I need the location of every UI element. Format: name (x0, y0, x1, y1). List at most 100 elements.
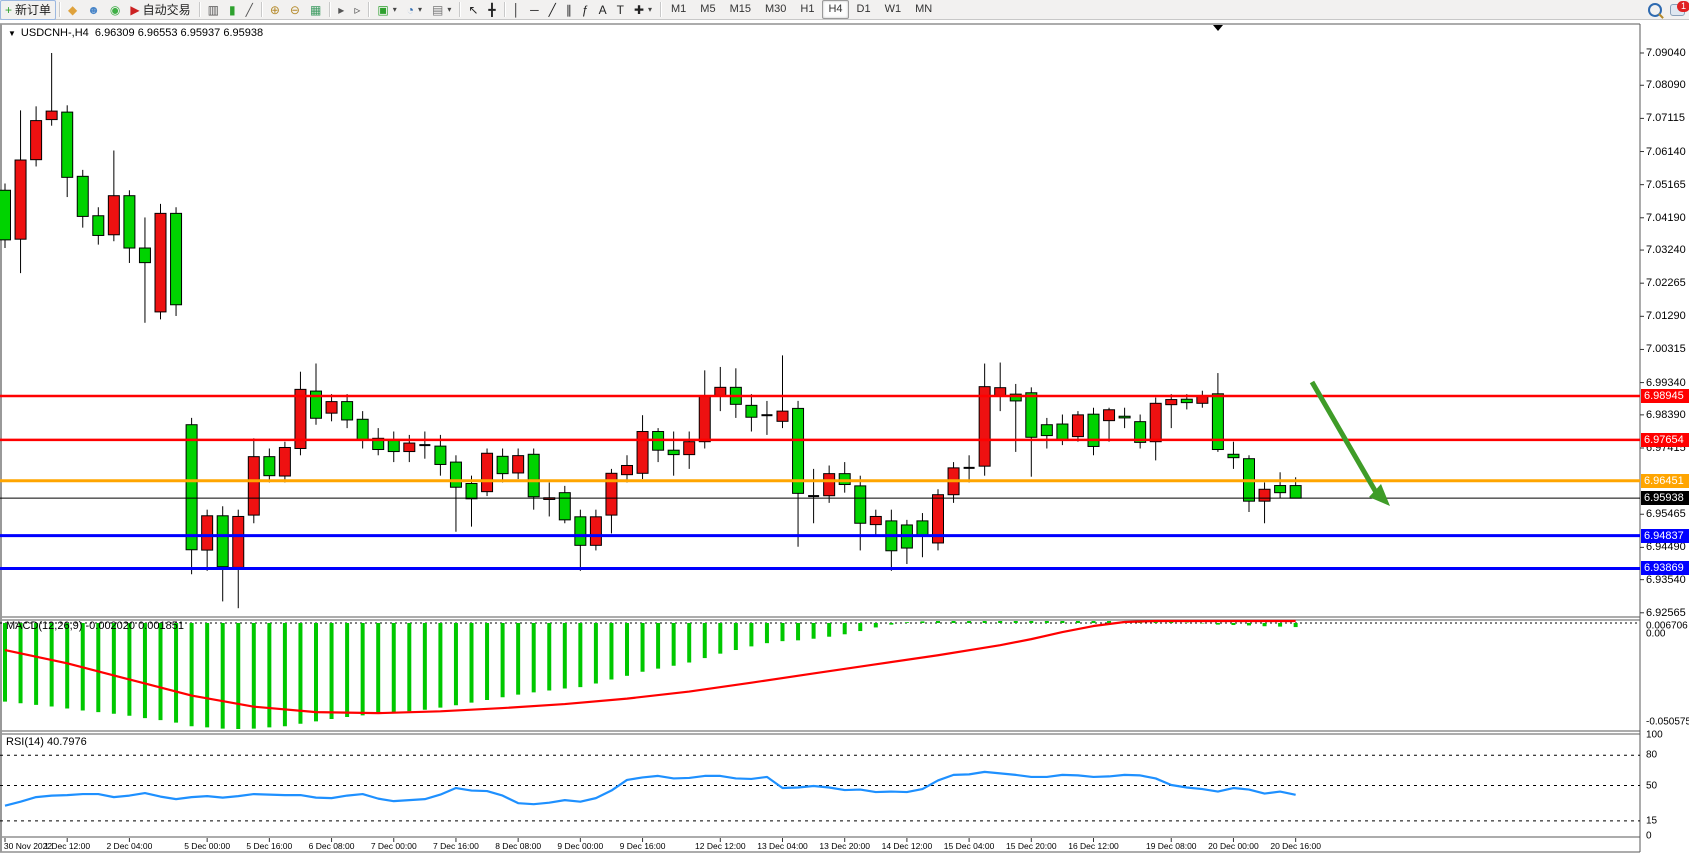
tile-windows-button[interactable]: ▦ (305, 0, 326, 20)
label-button[interactable]: T (612, 0, 629, 20)
community-button[interactable]: ☻ (82, 0, 105, 20)
bull-candle (622, 465, 633, 474)
autotrade-button[interactable]: ▶自动交易 (125, 0, 195, 20)
search-icon[interactable] (1648, 3, 1662, 17)
chart-canvas[interactable] (0, 0, 1689, 859)
rsi-name: RSI(14) (6, 736, 44, 748)
arrows-button[interactable]: ✚▾ (629, 0, 657, 20)
bull-candle (1150, 403, 1161, 441)
timeframe-w1-button[interactable]: W1 (879, 0, 908, 19)
signals-button[interactable]: ◉ (105, 0, 125, 20)
timeframe-m5-button[interactable]: M5 (694, 0, 721, 19)
templates-button[interactable]: ▤▾ (427, 0, 456, 20)
time-axis-label: 2 Dec 04:00 (106, 841, 152, 851)
periods-button[interactable]: ◔▾ (402, 0, 427, 20)
bear-candle (917, 521, 928, 536)
bull-candle (108, 196, 119, 235)
line-chart-button[interactable]: ╱ (241, 0, 258, 20)
bear-candle (1181, 399, 1192, 402)
autotrade-button-label: 自动交易 (143, 1, 191, 18)
time-axis-label: 5 Dec 16:00 (246, 841, 292, 851)
price-axis-label: 6.98390 (1646, 409, 1686, 421)
timeframe-d1-button[interactable]: D1 (851, 0, 877, 19)
new-order-icon: + (5, 4, 12, 16)
rsi-value: 40.7976 (47, 736, 87, 748)
chevron-down-icon[interactable]: ▾ (393, 5, 397, 14)
time-axis-label: 15 Dec 20:00 (1006, 841, 1057, 851)
bear-candle (1275, 486, 1286, 493)
crosshair-button[interactable]: ╋ (483, 0, 500, 20)
hline-icon: ─ (530, 4, 539, 16)
timeframe-m30-button[interactable]: M30 (759, 0, 792, 19)
mql5-button[interactable]: ◆ (63, 0, 82, 20)
toolbar-separator (459, 2, 460, 17)
chevron-down-icon[interactable]: ▾ (418, 5, 422, 14)
rsi-axis-label: 0 (1646, 831, 1652, 842)
bull-candle (684, 442, 695, 455)
price-badge: 6.98945 (1641, 389, 1689, 403)
zoom-in-icon: ⊕ (270, 4, 280, 16)
bar-chart-button[interactable]: ▥ (203, 0, 224, 20)
mql5-icon: ◆ (68, 4, 77, 16)
new-order-button[interactable]: +新订单 (0, 0, 56, 20)
rsi-axis-label: 100 (1646, 730, 1663, 741)
time-axis-label: 7 Dec 16:00 (433, 841, 479, 851)
toolbar-separator (199, 2, 200, 17)
hline-button[interactable]: ─ (525, 0, 544, 20)
bear-candle (497, 456, 508, 473)
trendline-button[interactable]: ╱ (544, 0, 561, 20)
timeframe-m1-button[interactable]: M1 (665, 0, 692, 19)
bear-candle (357, 419, 368, 439)
vline-button[interactable]: │ (508, 0, 526, 20)
timeframe-m15-button[interactable]: M15 (724, 0, 757, 19)
signals-icon: ◉ (110, 4, 120, 16)
bear-candle (528, 454, 539, 496)
chevron-down-icon[interactable]: ▾ (648, 5, 652, 14)
chart-dropdown-icon[interactable]: ▼ (8, 29, 16, 38)
time-axis-label: 13 Dec 20:00 (819, 841, 870, 851)
bear-candle (855, 486, 866, 523)
price-axis-label: 7.02265 (1646, 277, 1686, 289)
bear-candle (1088, 414, 1099, 446)
zoom-in-button[interactable]: ⊕ (265, 0, 285, 20)
channel-icon: ∥ (566, 4, 572, 16)
line-chart-icon: ╱ (246, 4, 253, 16)
bear-candle (839, 474, 850, 485)
bear-candle (1119, 416, 1130, 418)
rsi-axis-label: 15 (1646, 815, 1657, 826)
indicators-button[interactable]: ▣▾ (372, 0, 401, 20)
price-axis-label: 6.95465 (1646, 508, 1686, 520)
price-axis-label: 7.08090 (1646, 79, 1686, 91)
bull-candle (870, 516, 881, 524)
time-axis-label: 5 Dec 00:00 (184, 841, 230, 851)
chevron-down-icon[interactable]: ▾ (447, 5, 451, 14)
cursor-icon: ↖ (468, 4, 478, 16)
zoom-out-button[interactable]: ⊖ (285, 0, 305, 20)
fibonacci-button[interactable]: ƒ (577, 0, 594, 20)
bear-candle (62, 112, 73, 177)
bear-candle (1057, 424, 1068, 440)
time-axis-label: 13 Dec 04:00 (757, 841, 808, 851)
time-axis-label: 19 Dec 08:00 (1146, 841, 1197, 851)
cursor-button[interactable]: ↖ (463, 0, 483, 20)
timeframe-mn-button[interactable]: MN (909, 0, 938, 19)
chart-shift-button[interactable]: ▹ (349, 0, 365, 20)
bear-candle (77, 176, 88, 216)
channel-button[interactable]: ∥ (561, 0, 577, 20)
periods-icon: ◔ (407, 4, 414, 16)
price-badge: 6.94837 (1641, 529, 1689, 543)
auto-scroll-button[interactable]: ▸ (333, 0, 349, 20)
timeframe-h1-button[interactable]: H1 (794, 0, 820, 19)
fibonacci-icon: ƒ (582, 4, 589, 16)
macd-axis-label: 0.00 (1646, 629, 1665, 640)
text-button[interactable]: A (594, 0, 612, 20)
chat-icon[interactable]: 1 (1670, 4, 1685, 16)
candle-chart-button[interactable]: ▮ (224, 0, 241, 20)
bear-candle (264, 457, 275, 476)
crosshair-icon: ╋ (488, 4, 495, 16)
timeframe-h4-button[interactable]: H4 (822, 0, 848, 19)
bull-candle (248, 457, 259, 515)
bull-candle (637, 432, 648, 474)
bear-candle (342, 402, 353, 420)
bar-chart-icon: ▥ (208, 4, 219, 16)
